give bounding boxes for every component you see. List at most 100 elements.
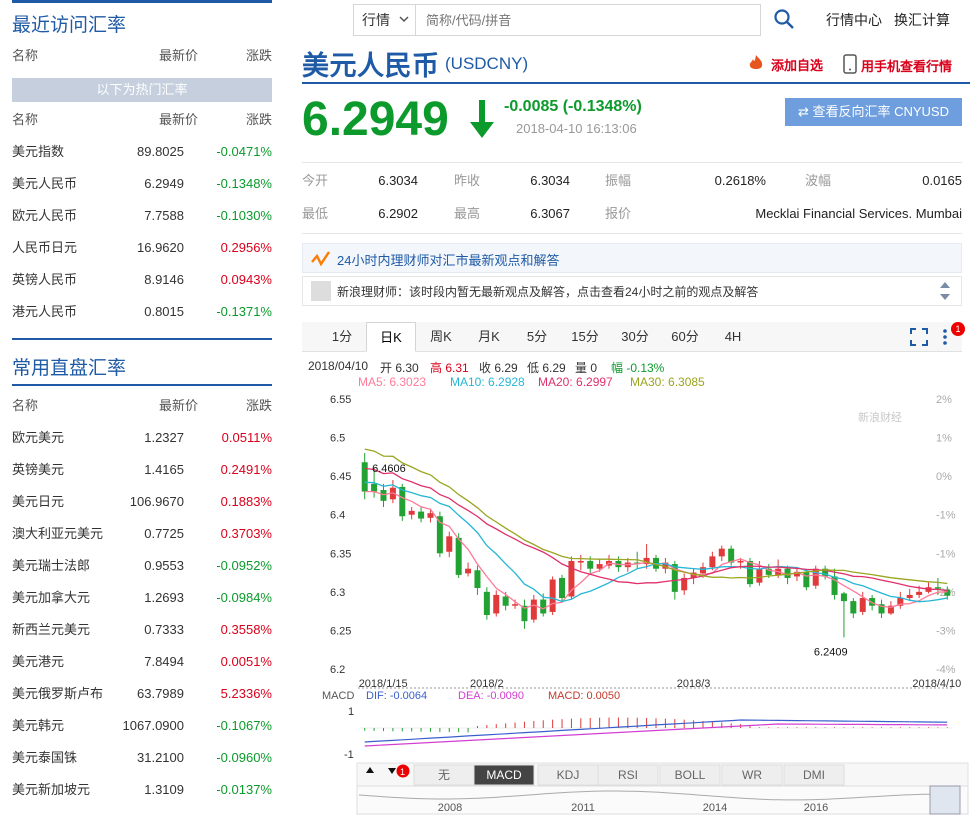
advisor-banner[interactable]: 24小时内理财师对汇市最新观点和解答 — [302, 243, 962, 273]
overview-year-label: 2016 — [804, 802, 828, 814]
candle-body — [427, 513, 434, 518]
rate-change: -0.1348% — [216, 176, 272, 191]
kline-chart[interactable]: 2018/04/10 开 6.30 高 6.31 收 6.29 低 6.29 量 0幅 -… — [302, 355, 970, 832]
add-favorite-button[interactable]: 添加自选 — [745, 54, 823, 75]
indicator-tab-label: BOLL — [675, 768, 706, 782]
advisor-row[interactable]: 新浪理财师：该时段内暂无最新观点及解答，点击查看24小时之前的观点及解答 — [302, 276, 962, 306]
rate-row[interactable]: 美元新加坡元 1.3109 -0.0137% — [12, 774, 272, 806]
rate-change: -0.1067% — [216, 718, 272, 733]
scroll-arrows-icon[interactable] — [939, 279, 951, 303]
mobile-view-label: 用手机查看行情 — [861, 59, 953, 74]
rate-name: 欧元人民币 — [12, 208, 78, 223]
candle-body — [934, 587, 941, 589]
reverse-rate-button[interactable]: ⇄ 查看反向汇率 CNYUSD — [785, 98, 962, 126]
rate-row[interactable]: 新西兰元美元 0.7333 0.3558% — [12, 614, 272, 646]
fx-calculator-link[interactable]: 换汇计算 — [894, 10, 950, 30]
stat-label: 今开 — [302, 173, 329, 188]
y-tick-label-right: 1% — [936, 433, 952, 445]
x-tick-label: 2018/1/15 — [359, 678, 408, 690]
stat-value: 6.2902 — [378, 206, 418, 221]
stats-grid: 今开 6.3034 昨收 6.3034 振幅 0.2618% 波幅 0.0165… — [302, 162, 962, 234]
rate-change: 0.3558% — [220, 622, 272, 637]
fullscreen-icon[interactable] — [910, 328, 928, 349]
candle-body — [502, 596, 509, 606]
search-icon[interactable] — [773, 8, 799, 34]
direct-header-row: 名称 最新价 涨跌 — [12, 390, 272, 422]
tab-monthly[interactable]: 月K — [466, 322, 512, 352]
candle-body — [549, 579, 556, 612]
macd-legend-item: DIF: -0.0064 — [366, 690, 427, 702]
stat-label: 昨收 — [454, 173, 481, 188]
market-center-link[interactable]: 行情中心 — [826, 10, 882, 30]
candle-body — [446, 536, 453, 552]
x-tick-label: 2018/2 — [470, 678, 504, 690]
rate-name: 美元瑞士法郎 — [12, 558, 91, 573]
rate-price: 63.7989 — [137, 686, 184, 701]
rate-row[interactable]: 英镑人民币 8.9146 0.0943% — [12, 264, 272, 296]
candle-body — [361, 462, 368, 492]
candle-body — [718, 548, 725, 557]
rate-row[interactable]: 欧元人民币 7.7588 -0.1030% — [12, 200, 272, 232]
market-select[interactable]: 行情 — [353, 4, 415, 36]
candle-body — [465, 568, 472, 574]
rate-row[interactable]: 港元人民币 0.8015 -0.1371% — [12, 296, 272, 328]
rate-row[interactable]: 美元泰国铢 31.2100 -0.0960% — [12, 742, 272, 774]
y-tick-label: 6.2 — [330, 664, 345, 676]
candle-body — [474, 570, 481, 588]
rate-row[interactable]: 英镑美元 1.4165 0.2491% — [12, 454, 272, 486]
rate-row[interactable]: 人民币日元 16.9620 0.2956% — [12, 232, 272, 264]
rate-price: 1.2693 — [144, 590, 184, 605]
col-price: 最新价 — [158, 48, 198, 63]
rate-price: 8.9146 — [144, 272, 184, 287]
rate-row[interactable]: 美元指数 89.8025 -0.0471% — [12, 136, 272, 168]
phone-icon — [843, 54, 857, 77]
candle-body — [559, 577, 566, 599]
mobile-view-button[interactable]: 用手机查看行情 — [843, 54, 952, 77]
rate-change: 0.1883% — [220, 494, 272, 509]
rate-row[interactable]: 美元日元 106.9670 0.1883% — [12, 486, 272, 518]
rate-price: 31.2100 — [137, 750, 184, 765]
stat-label: 最低 — [302, 206, 329, 221]
stat-value: Mecklai Financial Services. Mumbai — [755, 206, 962, 221]
search-input[interactable] — [415, 4, 761, 36]
tab-30min[interactable]: 30分 — [612, 322, 658, 352]
col-price: 最新价 — [158, 112, 198, 127]
rate-name: 美元韩元 — [12, 718, 65, 733]
tab-60min[interactable]: 60分 — [662, 322, 708, 352]
overview-handle[interactable] — [929, 785, 961, 815]
rate-row[interactable]: 美元人民币 6.2949 -0.1348% — [12, 168, 272, 200]
top-nav: 行情 行情中心 换汇计算 — [353, 4, 970, 36]
rate-row[interactable]: 美元加拿大元 1.2693 -0.0984% — [12, 582, 272, 614]
y-tick-label: 6.35 — [330, 548, 351, 560]
indicator-tab-label: WR — [742, 768, 762, 782]
tab-weekly[interactable]: 周K — [418, 322, 464, 352]
extreme-label: 6.2409 — [814, 646, 848, 658]
rate-row[interactable]: 美元韩元 1067.0900 -0.1067% — [12, 710, 272, 742]
tab-1min[interactable]: 1分 — [320, 322, 364, 352]
flame-icon — [745, 54, 767, 75]
tab-5min[interactable]: 5分 — [516, 322, 558, 352]
rate-name: 美元泰国铢 — [12, 750, 78, 765]
rate-row[interactable]: 美元港元 7.8494 0.0051% — [12, 646, 272, 678]
quote-time: 2018-04-10 16:13:06 — [516, 121, 637, 136]
rate-row[interactable]: 美元俄罗斯卢布 63.7989 5.2336% — [12, 678, 272, 710]
indicator-badge-text: 1 — [400, 767, 405, 777]
rate-name: 欧元美元 — [12, 430, 65, 445]
y-tick-label: 6.4 — [330, 510, 345, 522]
candle-body — [371, 483, 378, 492]
more-menu-icon[interactable] — [942, 328, 948, 349]
rate-row[interactable]: 美元瑞士法郎 0.9553 -0.0952% — [12, 550, 272, 582]
tab-15min[interactable]: 15分 — [562, 322, 608, 352]
tab-4h[interactable]: 4H — [712, 322, 754, 352]
avatar — [311, 281, 331, 301]
stat-value: 6.3034 — [378, 173, 418, 188]
tab-daily[interactable]: 日K — [366, 322, 416, 352]
rate-row[interactable]: 澳大利亚元美元 0.7725 0.3703% — [12, 518, 272, 550]
rate-name: 英镑人民币 — [12, 272, 78, 287]
rate-price: 0.7333 — [144, 622, 184, 637]
y-tick-label-right: 2% — [936, 394, 952, 406]
candle-body — [737, 561, 744, 563]
rate-row[interactable]: 欧元美元 1.2327 0.0511% — [12, 422, 272, 454]
rate-price: 1067.0900 — [122, 718, 184, 733]
stat-label: 报价 — [605, 206, 632, 221]
